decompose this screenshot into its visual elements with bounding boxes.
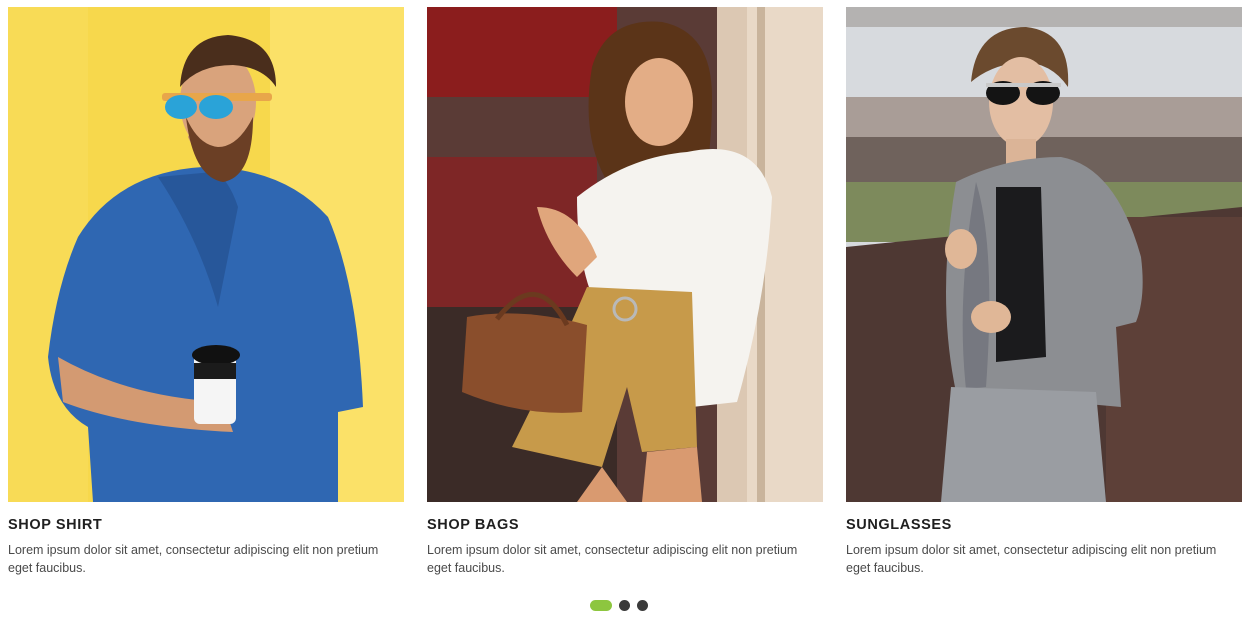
man-denim-shirt-photo[interactable]: [8, 7, 404, 502]
card-description: Lorem ipsum dolor sit amet, consectetur …: [846, 543, 1217, 575]
card-description: Lorem ipsum dolor sit amet, consectetur …: [427, 543, 798, 575]
carousel-pagination: [590, 599, 648, 611]
carousel-card-shop-shirt[interactable]: SHOP SHIRT Lorem ipsum dolor sit amet, c…: [8, 7, 404, 575]
card-description: Lorem ipsum dolor sit amet, consectetur …: [8, 543, 379, 575]
pagination-dot-1[interactable]: [590, 599, 612, 611]
man-denim-shirt-image: [8, 7, 404, 502]
woman-sunglasses-image: [846, 7, 1242, 502]
woman-sunglasses-photo[interactable]: [846, 7, 1242, 502]
card-title[interactable]: SHOP SHIRT: [8, 517, 102, 533]
woman-handbag-photo[interactable]: [427, 7, 823, 502]
card-title[interactable]: SHOP BAGS: [427, 517, 519, 533]
woman-handbag-image: [427, 7, 823, 502]
pagination-dot-2[interactable]: [619, 599, 630, 611]
card-title[interactable]: SUNGLASSES: [846, 517, 952, 533]
carousel-card-shop-bags[interactable]: SHOP BAGS Lorem ipsum dolor sit amet, co…: [427, 7, 823, 575]
product-carousel: SHOP SHIRT Lorem ipsum dolor sit amet, c…: [8, 7, 1242, 575]
carousel-card-sunglasses[interactable]: SUNGLASSES Lorem ipsum dolor sit amet, c…: [846, 7, 1242, 575]
pagination-dot-3[interactable]: [637, 599, 648, 611]
